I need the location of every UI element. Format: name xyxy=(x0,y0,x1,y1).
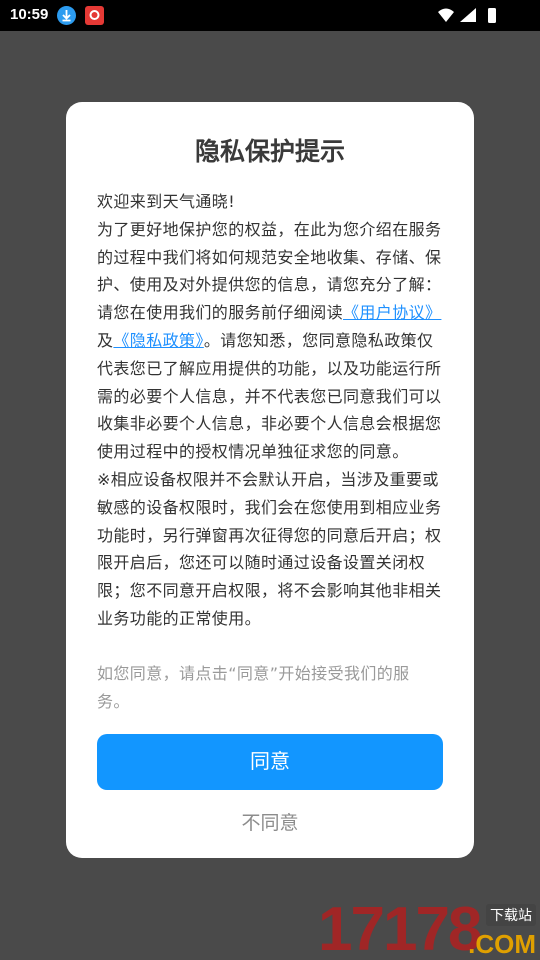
agreement-paragraph-post: 。请您知悉，您同意隐私政策仅代表您已了解应用提供的功能，以及功能运行所需的必要个… xyxy=(97,330,442,462)
disagree-button[interactable]: 不同意 xyxy=(97,808,443,840)
status-bar: 10:59 xyxy=(0,0,540,31)
signal-icon xyxy=(460,8,476,22)
agreement-paragraph-pre: 请您在使用我们的服务前仔细阅读 xyxy=(97,303,344,323)
watermark-number: 17178 xyxy=(318,895,482,960)
status-time: 10:59 xyxy=(10,6,49,23)
privacy-dialog: 隐私保护提示 欢迎来到天气通晓! 为了更好地保护您的权益，在此为您介绍在服务的过… xyxy=(66,102,474,858)
wifi-icon xyxy=(438,8,454,22)
user-agreement-link[interactable]: 《用户协议》 xyxy=(343,303,441,322)
dialog-title: 隐私保护提示 xyxy=(194,137,345,166)
system-status-icons xyxy=(438,8,496,23)
site-watermark-logo: 17178 下载站 .COM xyxy=(318,895,540,960)
privacy-policy-link[interactable]: 《隐私政策》 xyxy=(113,331,203,350)
intro-paragraph: 为了更好地保护您的权益，在此为您介绍在服务的过程中我们将如何规范安全地收集、存储… xyxy=(97,219,442,295)
watermark-suffix: .COM xyxy=(468,929,536,959)
agreement-and: 及 xyxy=(97,330,114,350)
agreement-paragraph: 请您在使用我们的服务前仔细阅读《用户协议》及《隐私政策》。请您知悉，您同意隐私政… xyxy=(97,299,445,466)
permissions-paragraph: ※相应设备权限并不会默认开启，当涉及重要或敏感的设备权限时，我们会在您使用到相应… xyxy=(97,469,442,628)
welcome-paragraph: 欢迎来到天气通晓! xyxy=(97,192,236,211)
policy-text: 欢迎来到天气通晓! 为了更好地保护您的权益，在此为您介绍在服务的过程中我们将如何… xyxy=(97,188,445,633)
agree-button[interactable]: 同意 xyxy=(97,734,443,790)
policy-scroll-area[interactable]: 欢迎来到天气通晓! 为了更好地保护您的权益，在此为您介绍在服务的过程中我们将如何… xyxy=(97,188,445,642)
app-notification-icon xyxy=(85,6,104,25)
battery-icon xyxy=(488,8,496,23)
download-icon xyxy=(57,6,76,25)
watermark-tag: 下载站 xyxy=(486,904,536,926)
agree-note: 如您同意，请点击“同意”开始接受我们的服务。 xyxy=(97,664,410,711)
